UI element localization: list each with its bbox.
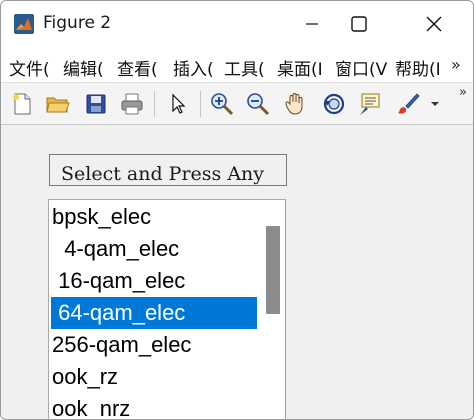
maximize-button[interactable] (336, 1, 382, 47)
menu-desktop[interactable]: 桌面(I (277, 55, 331, 80)
close-button[interactable] (411, 1, 457, 47)
prompt-text: Select and Press Any Key (61, 163, 265, 185)
pan-button[interactable] (281, 89, 311, 119)
menu-edit[interactable]: 编辑( (63, 55, 113, 80)
list-item[interactable]: bpsk_elec (51, 201, 257, 233)
new-file-icon (13, 93, 31, 115)
list-item[interactable]: 256-qam_elec (51, 329, 257, 361)
save-button[interactable] (81, 89, 111, 119)
new-figure-button[interactable] (7, 89, 37, 119)
toolbar-overflow-button[interactable]: » (459, 85, 467, 100)
data-cursor-icon (360, 93, 380, 115)
open-file-button[interactable] (43, 89, 73, 119)
menu-file[interactable]: 文件( (9, 55, 59, 80)
maximize-icon (351, 16, 367, 32)
toolbar-separator (154, 91, 155, 117)
brush-button[interactable] (393, 89, 423, 119)
print-button[interactable] (117, 89, 147, 119)
list-item-selected[interactable]: 64-qam_elec (51, 297, 257, 329)
modulation-listbox[interactable]: bpsk_elec 4-qam_elec 16-qam_elec 64-qam_… (48, 199, 286, 419)
menu-help[interactable]: 帮助(I (395, 55, 449, 80)
menu-bar: 文件( 编辑( 查看( 插入( 工具( 桌面(I 窗口(V 帮助(I » (1, 47, 473, 83)
zoom-out-button[interactable] (243, 89, 273, 119)
toolbar: » (1, 83, 473, 125)
chevron-down-icon (431, 102, 439, 106)
printer-icon (121, 93, 143, 115)
rotate-3d-button[interactable] (319, 89, 349, 119)
pointer-arrow-icon (172, 93, 186, 114)
figure-canvas: Select and Press Any Key bpsk_elec 4-qam… (1, 126, 473, 419)
listbox-scrollbar[interactable] (260, 200, 285, 419)
matlab-app-icon (14, 14, 34, 34)
scrollbar-thumb[interactable] (266, 226, 280, 314)
list-item[interactable]: 4-qam_elec (51, 233, 257, 265)
title-bar[interactable]: Figure 2 (1, 1, 473, 47)
minimize-icon (306, 23, 318, 25)
menu-view[interactable]: 查看( (117, 55, 169, 80)
list-item[interactable]: ook_nrz (51, 393, 257, 419)
menu-tools[interactable]: 工具( (224, 55, 274, 80)
save-disk-icon (86, 94, 106, 114)
list-item[interactable]: 16-qam_elec (51, 265, 257, 297)
brush-icon (398, 93, 420, 114)
zoom-in-icon (211, 93, 234, 116)
figure-window: Figure 2 文件( 编辑( 查看( 插入( 工具( 桌面(I 窗口(V 帮… (0, 0, 474, 420)
brush-options-dropdown[interactable] (427, 89, 443, 119)
menu-insert[interactable]: 插入( (173, 55, 221, 80)
data-cursor-button[interactable] (355, 89, 385, 119)
toolbar-separator (200, 91, 201, 117)
prompt-label-box: Select and Press Any Key (49, 154, 287, 186)
window-title: Figure 2 (43, 13, 112, 33)
edit-plot-button[interactable] (163, 89, 193, 119)
zoom-in-button[interactable] (207, 89, 237, 119)
close-icon (426, 16, 442, 32)
minimize-button[interactable] (289, 1, 335, 47)
list-item[interactable]: ook_rz (51, 361, 257, 393)
zoom-out-icon (247, 93, 270, 116)
menu-window[interactable]: 窗口(V (335, 55, 391, 80)
folder-open-icon (46, 97, 70, 113)
rotate-3d-icon (323, 93, 345, 115)
menu-overflow-button[interactable]: » (451, 55, 461, 74)
pan-hand-icon (285, 93, 303, 115)
